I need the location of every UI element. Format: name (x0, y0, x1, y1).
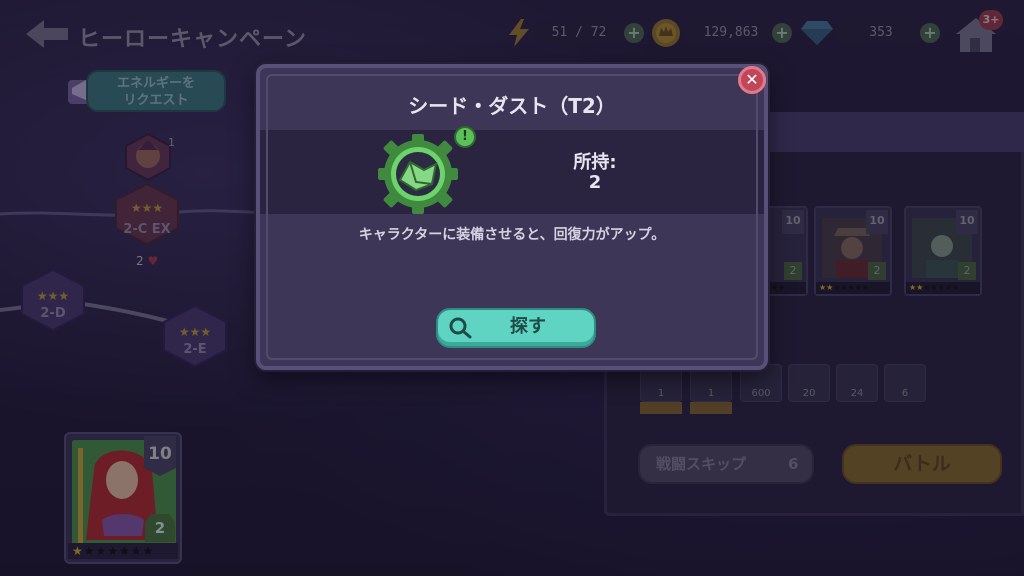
owned-count: 2 (588, 172, 602, 193)
alert-icon: ! (454, 126, 476, 148)
modal-title: シード・ダスト（T2） (408, 94, 616, 118)
close-button[interactable]: ✕ (738, 66, 766, 94)
seed-dust-gear-icon (378, 134, 458, 214)
item-description: キャラクターに装備させると、回復力がアップ。 (358, 227, 666, 243)
item-detail-modal: シード・ダスト（T2） ✕ ! 所持: 2 キャラクターに装備させると、回復力が… (256, 64, 768, 370)
modal-item-band (260, 130, 764, 214)
owned-label: 所持: (573, 152, 617, 173)
search-button-label: 探す (510, 316, 546, 337)
search-button[interactable]: 探す (436, 308, 596, 348)
